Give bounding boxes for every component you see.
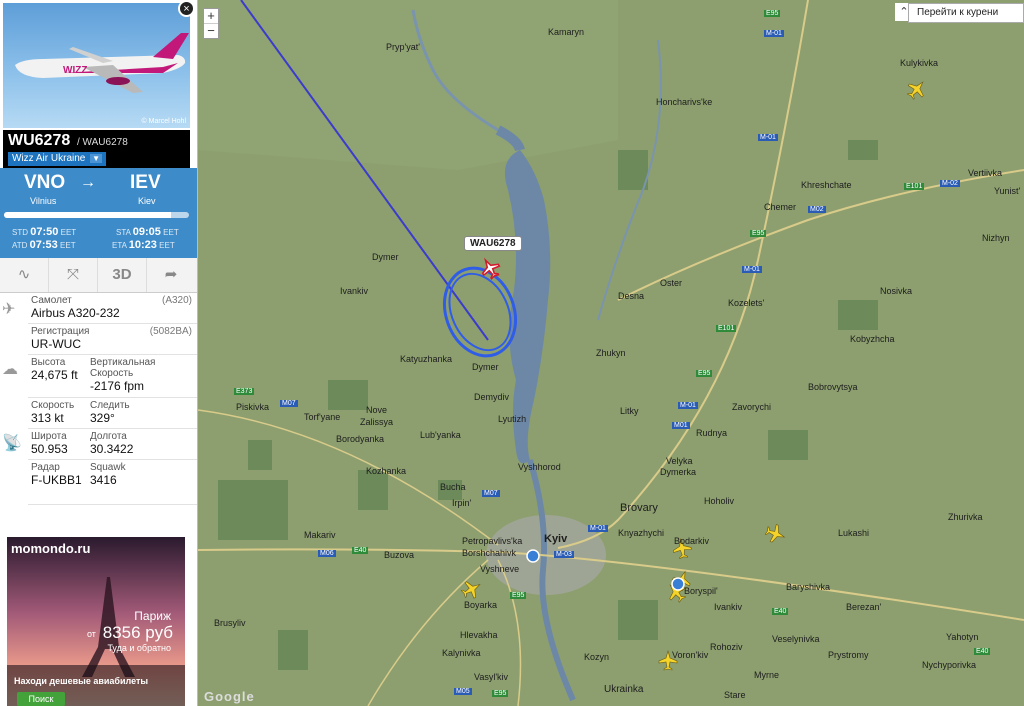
radar-row: Радар F-UKBB1 Squawk 3416 [28, 460, 197, 505]
altitude-row: Высота 24,675 ft Вертикальная Скорость -21… [28, 355, 197, 398]
cloud-icon: ☁ [2, 361, 18, 378]
ad-city: Париж [134, 609, 171, 623]
zoom-out-button[interactable]: − [204, 24, 218, 38]
photo-credit: © Marcel Hohl [141, 118, 186, 125]
route-panel: VNO Vilnius → IEV Kiev STD 07:50 EET ATD… [0, 168, 197, 258]
zoom-control: + − [203, 8, 219, 39]
zoom-in-button[interactable]: + [204, 9, 218, 24]
airplane-icon: ✈ [2, 301, 16, 318]
destination-code: IEV [130, 172, 161, 193]
chevron-down-icon: ▼ [90, 154, 103, 163]
airport-marker-icon[interactable] [526, 549, 540, 563]
ad-search-button[interactable]: Поиск [17, 692, 65, 706]
speed-row: Скорость 313 kt Следить 329° [28, 398, 197, 429]
flight-header: WU6278 / WAU6278 Wizz Air Ukraine ▼ [3, 130, 190, 168]
ad-from: от [87, 629, 96, 639]
aircraft-row: Самолет Airbus A320-232 (A320) [28, 293, 197, 324]
share-icon[interactable]: ➦ [147, 258, 195, 292]
goto-current-button[interactable]: Перейти к курени [908, 3, 1024, 23]
sta-time: STA 09:05 EET [116, 226, 179, 238]
airline-dropdown[interactable]: Wizz Air Ukraine ▼ [8, 152, 107, 166]
origin-city: Vilnius [30, 196, 57, 206]
origin-code: VNO [24, 172, 66, 193]
flight-code: / WAU6278 [77, 137, 128, 148]
flight-progress-bar [4, 212, 189, 218]
eta-time: ETA 10:23 EET [112, 239, 175, 251]
view-3d-button[interactable]: 3D [98, 258, 147, 292]
airline-name: Wizz Air Ukraine [12, 153, 86, 164]
destination-city: Kiev [138, 196, 156, 206]
svg-text:WIZZ: WIZZ [63, 65, 87, 76]
close-button[interactable]: × [178, 0, 195, 17]
ad-banner[interactable]: momondo.ru Париж от 8356 руб Туда и обра… [7, 537, 185, 706]
ad-cta: Находи дешевые авиабилеты [14, 676, 149, 686]
airport-marker-icon[interactable] [671, 577, 685, 591]
std-time: STD 07:50 EET [12, 226, 77, 238]
aircraft-photo: WIZZ © Marcel Hohl [3, 3, 190, 128]
route-icon[interactable]: ∿ [0, 258, 49, 292]
flight-toolbar: ∿ ⤧ 3D ➦ [0, 258, 197, 293]
map-view[interactable]: WAU6278 Kamaryn Pryp'yat' Kulykivka Honc… [198, 0, 1024, 706]
google-logo: Google [204, 689, 255, 704]
radar-dish-icon: 📡 [2, 435, 22, 452]
arrow-right-icon: → [80, 174, 96, 191]
registration-row: Регистрация UR-WUC (5082BA) [28, 324, 197, 355]
flight-label[interactable]: WAU6278 [464, 236, 522, 251]
flight-info-panel: WIZZ © Marcel Hohl × WU6278 / WAU6278 Wi… [0, 0, 198, 706]
atd-time: ATD 07:53 EET [12, 239, 76, 251]
coordinates-row: Широта 50.953 Долгота 30.3422 [28, 429, 197, 460]
aircraft-image: WIZZ [15, 33, 189, 93]
flight-number: WU6278 [8, 132, 71, 149]
ad-price: 8356 руб [102, 623, 173, 642]
ad-round-trip: Туда и обратно [107, 643, 171, 653]
map-canvas[interactable] [198, 0, 1024, 706]
fullscreen-icon[interactable]: ⤧ [49, 258, 98, 292]
